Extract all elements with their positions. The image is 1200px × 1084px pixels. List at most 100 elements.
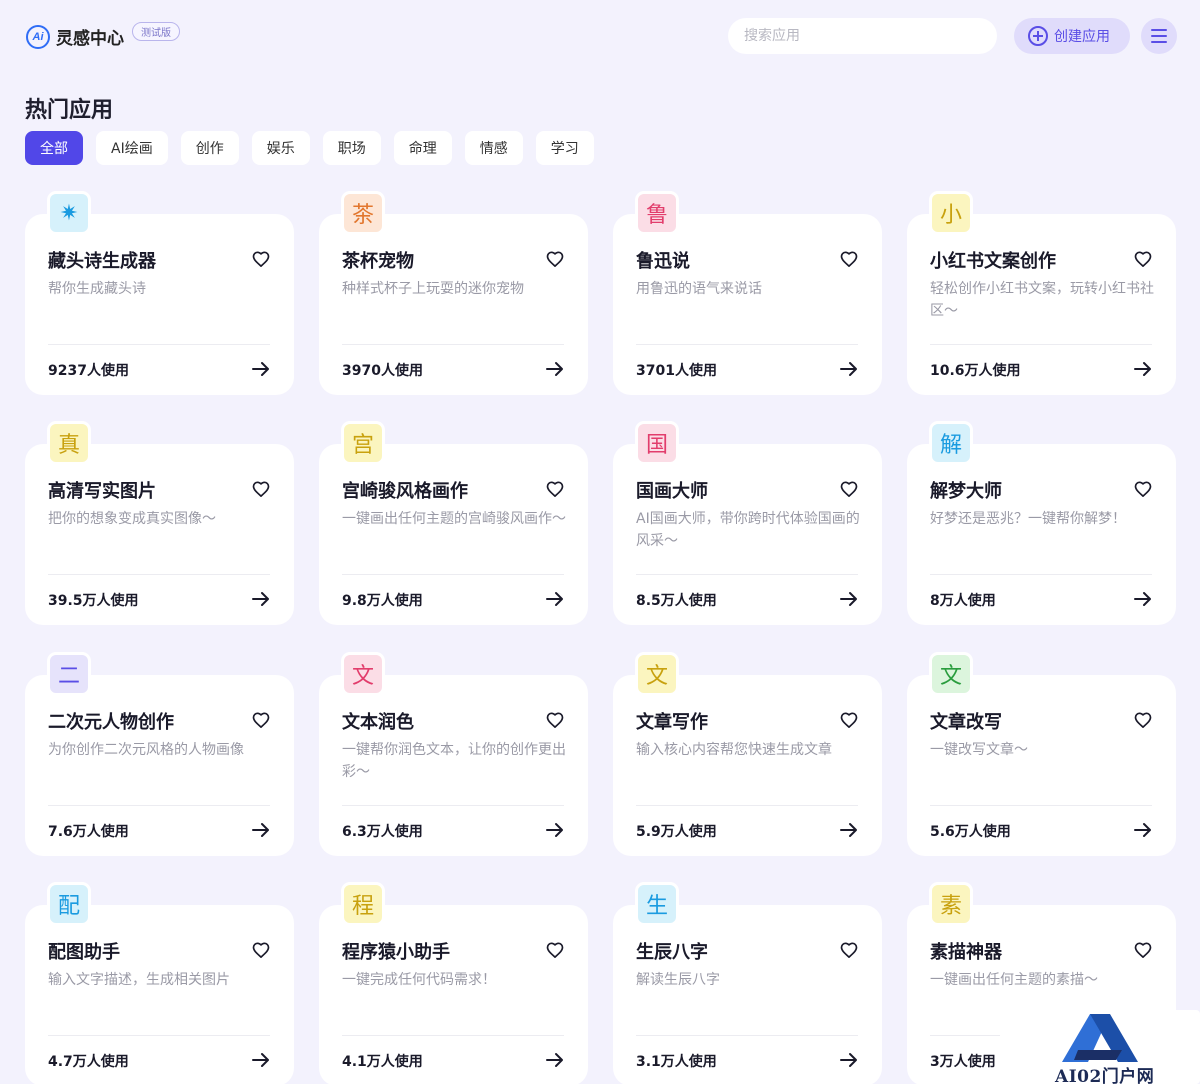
tab-4[interactable]: 职场 — [322, 131, 381, 165]
divider — [930, 574, 1152, 575]
app-description: 一键帮你润色文本，让你的创作更出彩～ — [342, 742, 566, 780]
app-description: 输入核心内容帮您快速生成文章 — [636, 742, 832, 758]
app-card[interactable]: 文文本润色 一键帮你润色文本，让你的创作更出彩～ 6.3万人使用 — [319, 652, 588, 856]
arrow-right-icon[interactable] — [1133, 361, 1153, 377]
arrow-right-icon[interactable] — [839, 361, 859, 377]
app-card[interactable]: 生生辰八字 解读生辰八字 3.1万人使用 — [613, 882, 882, 1084]
app-card[interactable]: 小小红书文案创作 轻松创作小红书文案，玩转小红书社区～ 10.6万人使用 — [907, 191, 1176, 395]
app-icon: 程 — [341, 882, 385, 926]
app-description: 把你的想象变成真实图像～ — [48, 511, 216, 527]
favorite-heart-icon[interactable] — [1133, 710, 1153, 730]
app-card[interactable]: ✷ 藏头诗生成器 帮你生成藏头诗 9237人使用 — [25, 191, 294, 395]
usage-count: 10.6万人使用 — [930, 363, 1021, 379]
app-icon: 国 — [635, 421, 679, 465]
app-card[interactable]: 真高清写实图片 把你的想象变成真实图像～ 39.5万人使用 — [25, 421, 294, 625]
app-title: 程序猿小助手 — [342, 942, 450, 963]
arrow-right-icon[interactable] — [545, 822, 565, 838]
favorite-heart-icon[interactable] — [251, 479, 271, 499]
favorite-heart-icon[interactable] — [251, 710, 271, 730]
favorite-heart-icon[interactable] — [545, 710, 565, 730]
arrow-right-icon[interactable] — [545, 591, 565, 607]
arrow-right-icon[interactable] — [1133, 822, 1153, 838]
usage-count: 39.5万人使用 — [48, 593, 139, 609]
favorite-heart-icon[interactable] — [839, 249, 859, 269]
arrow-right-icon[interactable] — [545, 1052, 565, 1068]
favorite-heart-icon[interactable] — [545, 249, 565, 269]
app-icon: 素 — [929, 882, 973, 926]
arrow-right-icon[interactable] — [251, 1052, 271, 1068]
app-card[interactable]: 配配图助手 输入文字描述，生成相关图片 4.7万人使用 — [25, 882, 294, 1084]
tab-2[interactable]: 创作 — [180, 131, 239, 165]
app-description: 帮你生成藏头诗 — [48, 281, 146, 297]
arrow-right-icon[interactable] — [839, 822, 859, 838]
tab-3[interactable]: 娱乐 — [251, 131, 310, 165]
app-card[interactable]: 二二次元人物创作 为你创作二次元风格的人物画像 7.6万人使用 — [25, 652, 294, 856]
app-title: 国画大师 — [636, 481, 708, 502]
menu-line — [1151, 35, 1167, 37]
app-card[interactable]: 茶茶杯宠物 种样式杯子上玩耍的迷你宠物 3970人使用 — [319, 191, 588, 395]
app-icon: 解 — [929, 421, 973, 465]
divider — [930, 805, 1152, 806]
app-card[interactable]: 宫宫崎骏风格画作 一键画出任何主题的宫崎骏风画作～ 9.8万人使用 — [319, 421, 588, 625]
usage-count: 3701人使用 — [636, 363, 717, 379]
app-title: 灵感中心 — [56, 29, 124, 49]
arrow-right-icon[interactable] — [251, 361, 271, 377]
app-title: 文本润色 — [342, 712, 414, 733]
app-card[interactable]: 解解梦大师 好梦还是恶兆？一键帮你解梦！ 8万人使用 — [907, 421, 1176, 625]
logo[interactable]: Ai 灵感中心 测试版 — [26, 22, 180, 49]
favorite-heart-icon[interactable] — [839, 710, 859, 730]
favorite-heart-icon[interactable] — [251, 249, 271, 269]
header: Ai 灵感中心 测试版 创建应用 — [0, 0, 1200, 72]
divider — [636, 574, 858, 575]
divider — [48, 1035, 270, 1036]
tab-6[interactable]: 情感 — [464, 131, 523, 165]
app-icon: ✷ — [47, 191, 91, 235]
app-card[interactable]: 国国画大师 AI国画大师，带你跨时代体验国画的风采～ 8.5万人使用 — [613, 421, 882, 625]
usage-count: 3万人使用 — [930, 1054, 996, 1070]
tab-1[interactable]: AI绘画 — [96, 131, 168, 165]
hamburger-menu-button[interactable] — [1141, 18, 1177, 54]
create-app-button[interactable]: 创建应用 — [1014, 18, 1130, 54]
usage-count: 6.3万人使用 — [342, 824, 423, 840]
app-card[interactable]: 程程序猿小助手 一键完成任何代码需求！ 4.1万人使用 — [319, 882, 588, 1084]
app-icon: 小 — [929, 191, 973, 235]
app-card[interactable]: 文文章改写 一键改写文章～ 5.6万人使用 — [907, 652, 1176, 856]
arrow-right-icon[interactable] — [839, 1052, 859, 1068]
app-card[interactable]: 文文章写作 输入核心内容帮您快速生成文章 5.9万人使用 — [613, 652, 882, 856]
tab-5[interactable]: 命理 — [393, 131, 452, 165]
tab-0[interactable]: 全部 — [25, 131, 83, 165]
app-title: 高清写实图片 — [48, 481, 156, 502]
plus-circle-icon — [1028, 26, 1048, 46]
arrow-right-icon[interactable] — [251, 822, 271, 838]
favorite-heart-icon[interactable] — [1133, 940, 1153, 960]
favorite-heart-icon[interactable] — [251, 940, 271, 960]
favorite-heart-icon[interactable] — [1133, 479, 1153, 499]
arrow-right-icon[interactable] — [545, 361, 565, 377]
favorite-heart-icon[interactable] — [545, 940, 565, 960]
app-description: 一键画出任何主题的宫崎骏风画作～ — [342, 511, 566, 527]
watermark-logo-icon — [1062, 1014, 1138, 1062]
app-description: 种样式杯子上玩耍的迷你宠物 — [342, 281, 524, 297]
app-title: 二次元人物创作 — [48, 712, 174, 733]
app-title: 生辰八字 — [636, 942, 708, 963]
usage-count: 4.1万人使用 — [342, 1054, 423, 1070]
app-description: 为你创作二次元风格的人物画像 — [48, 742, 244, 758]
watermark: AI02门户网 — [1000, 1010, 1200, 1084]
favorite-heart-icon[interactable] — [1133, 249, 1153, 269]
favorite-heart-icon[interactable] — [545, 479, 565, 499]
search-input[interactable] — [728, 18, 997, 54]
divider — [48, 574, 270, 575]
app-icon: 鲁 — [635, 191, 679, 235]
arrow-right-icon[interactable] — [839, 591, 859, 607]
favorite-heart-icon[interactable] — [839, 940, 859, 960]
arrow-right-icon[interactable] — [1133, 591, 1153, 607]
favorite-heart-icon[interactable] — [839, 479, 859, 499]
tab-7[interactable]: 学习 — [535, 131, 594, 165]
app-card[interactable]: 鲁鲁迅说 用鲁迅的语气来说话 3701人使用 — [613, 191, 882, 395]
app-title: 文章改写 — [930, 712, 1002, 733]
app-description: 输入文字描述，生成相关图片 — [48, 972, 230, 988]
section-title: 热门应用 — [25, 98, 114, 123]
usage-count: 8万人使用 — [930, 593, 996, 609]
usage-count: 5.6万人使用 — [930, 824, 1011, 840]
arrow-right-icon[interactable] — [251, 591, 271, 607]
